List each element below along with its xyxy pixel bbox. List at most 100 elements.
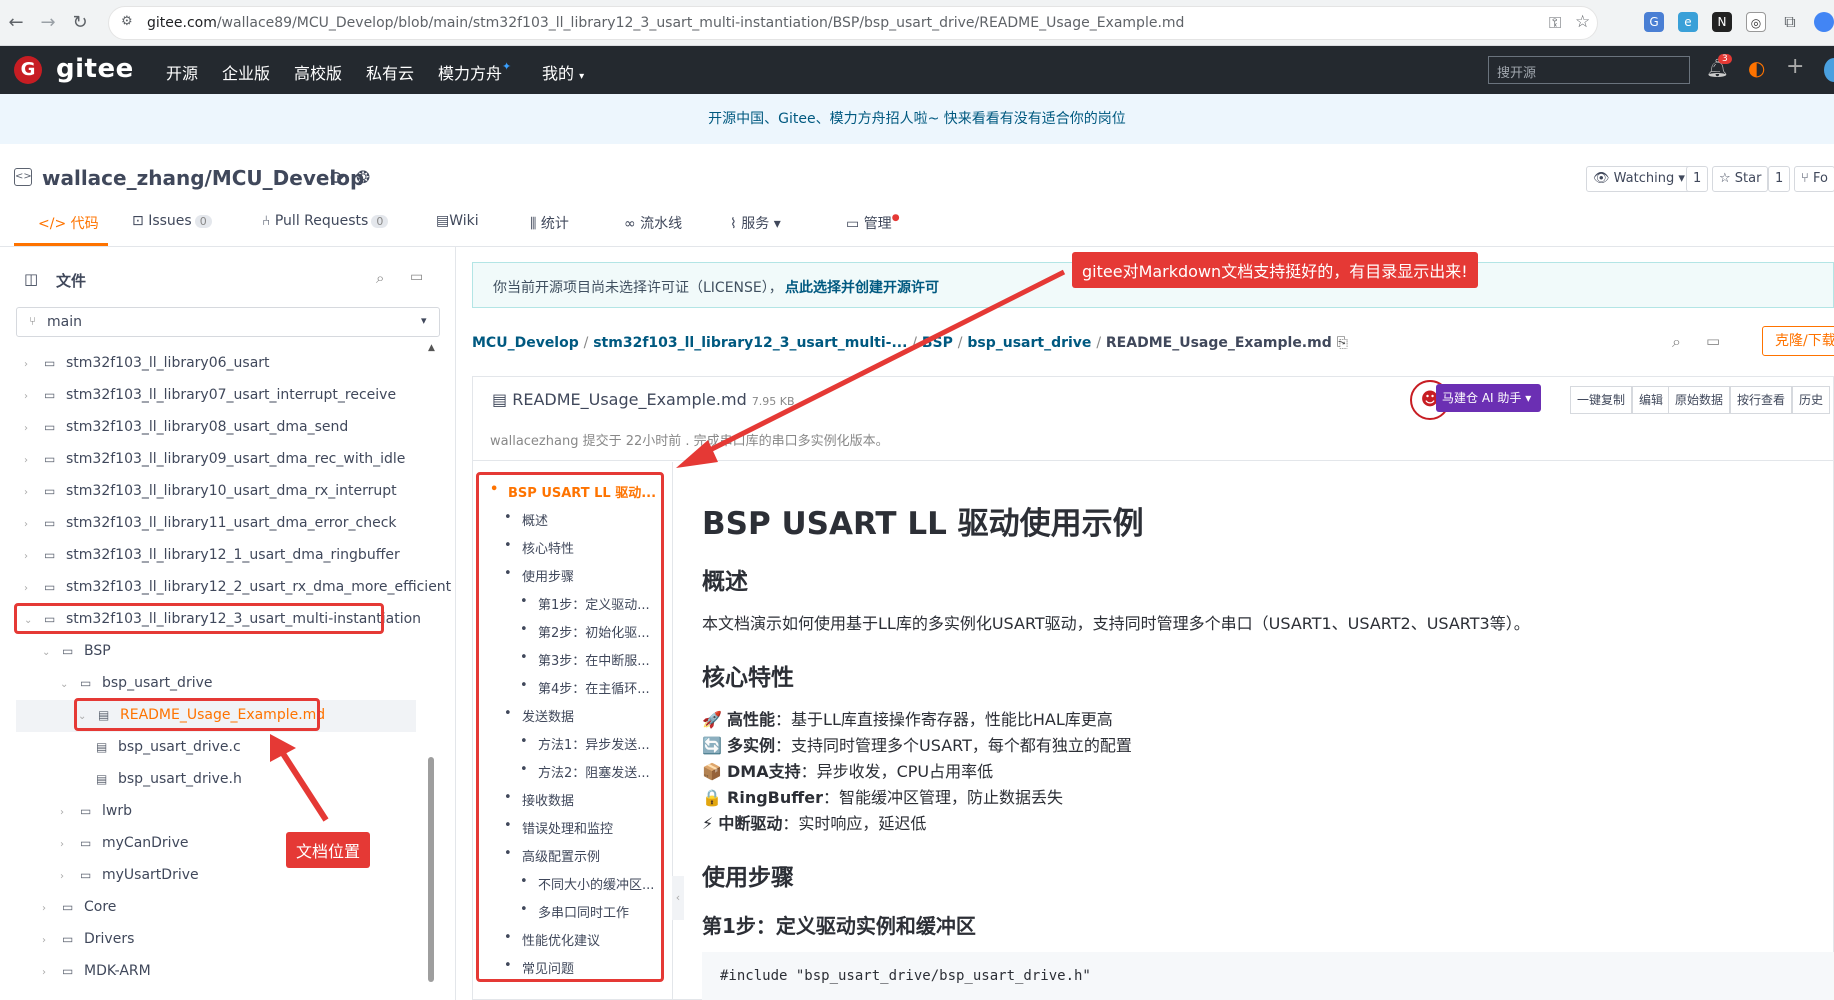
breadcrumb-folder[interactable]: stm32f103_ll_library12_3_usart_multi-...: [593, 335, 907, 351]
tree-item[interactable]: › ▭ myCanDrive: [60, 835, 188, 851]
commit-info[interactable]: wallacezhang 提交于 22小时前 . 完成串口库的串口多实例化版本。: [490, 430, 889, 449]
repo-title[interactable]: wallace_zhang/MCU_Develop: [42, 166, 364, 190]
watching-button[interactable]: 👁︎ Watching ▾: [1586, 166, 1692, 192]
toc-collapse-handle[interactable]: ‹: [672, 876, 684, 920]
sidebar-toggle-icon[interactable]: ◫: [24, 270, 38, 288]
tab-services[interactable]: ⌇ 服务 ▾: [730, 213, 781, 233]
sync-icon[interactable]: ⟳: [330, 168, 345, 189]
back-icon[interactable]: ←: [4, 11, 28, 35]
tree-item[interactable]: › ▭ stm32f103_ll_library09_usart_dma_rec_w…: [24, 451, 405, 467]
star-count[interactable]: 1: [1768, 166, 1791, 192]
toc-item[interactable]: 使用步骤: [504, 566, 574, 585]
toc-item[interactable]: 第4步：在主循环...: [520, 678, 650, 697]
nav-education[interactable]: 高校版: [294, 60, 342, 84]
edit-button[interactable]: 编辑: [1632, 386, 1671, 414]
history-button[interactable]: 历史: [1792, 386, 1831, 414]
edge-extension-icon[interactable]: e: [1678, 12, 1698, 32]
tree-item[interactable]: › ▭ stm32f103_ll_library06_usart: [24, 355, 270, 371]
scroll-up-icon[interactable]: ▲: [428, 343, 435, 353]
tree-item[interactable]: › ▭ stm32f103_ll_library11_usart_dma_error…: [24, 515, 397, 531]
tab-pull-requests[interactable]: ⑃ Pull Requests 0: [262, 213, 389, 229]
tree-item[interactable]: › ▭ stm32f103_ll_library07_usart_interrupt…: [24, 387, 396, 403]
toc-item[interactable]: 常见问题: [504, 958, 574, 977]
tree-item[interactable]: › ▭ Core: [42, 899, 116, 915]
sidebar-search-icon[interactable]: ⌕: [376, 269, 384, 287]
nav-moli[interactable]: 模力方舟✦: [438, 60, 511, 84]
tab-issues[interactable]: ⊡ Issues 0: [132, 213, 212, 229]
password-key-icon[interactable]: ⚿: [1549, 13, 1561, 33]
promo-banner[interactable]: 开源中国、Gitee、模力方舟招人啦~ 快来看看有没有适合你的岗位: [0, 94, 1834, 144]
tree-item[interactable]: ⌄ ▭ BSP: [42, 643, 111, 659]
tree-item[interactable]: › ▭ Drivers: [42, 931, 134, 947]
toc-item[interactable]: • BSP USART LL 驱动...: [490, 482, 656, 501]
clone-download-button[interactable]: 克隆/下载: [1762, 326, 1834, 356]
toc-item[interactable]: 性能优化建议: [504, 930, 600, 949]
toc-item[interactable]: 第2步：初始化驱...: [520, 622, 650, 641]
nav-opensource[interactable]: 开源: [166, 60, 198, 84]
watching-count[interactable]: 1: [1686, 166, 1709, 192]
tree-item[interactable]: ▤ bsp_usart_drive.h: [96, 771, 242, 787]
toc-item[interactable]: 错误处理和监控: [504, 818, 613, 837]
reload-icon[interactable]: ↻: [68, 11, 92, 35]
license-create-link[interactable]: 点此选择并创建开源许可: [785, 277, 939, 297]
copy-path-icon[interactable]: ⎘: [1337, 335, 1348, 351]
branch-select[interactable]: ⑂ main ▾: [16, 307, 440, 337]
fork-button[interactable]: ⑂ Fo: [1794, 166, 1834, 192]
breadcrumb-bsp[interactable]: BSP: [922, 335, 953, 351]
site-info-icon[interactable]: ⚙: [121, 14, 133, 29]
user-avatar[interactable]: [1824, 58, 1834, 82]
tree-item[interactable]: › ▭ lwrb: [60, 803, 132, 819]
tab-stats[interactable]: ⫼ 统计: [530, 213, 569, 233]
tree-item[interactable]: ▤ bsp_usart_drive.c: [96, 739, 241, 755]
gitee-logo-text[interactable]: gitee: [56, 54, 134, 84]
blame-button[interactable]: 按行查看: [1730, 386, 1793, 414]
nav-private-cloud[interactable]: 私有云: [366, 60, 414, 84]
star-button[interactable]: ☆ Star: [1712, 166, 1769, 192]
tab-manage[interactable]: ▭ 管理●: [846, 213, 900, 233]
tree-item[interactable]: › ▭ stm32f103_ll_library12_2_usart_rx_dma_…: [24, 579, 451, 595]
badge-icon[interactable]: ❂: [356, 168, 370, 188]
toc-item[interactable]: 高级配置示例: [504, 846, 600, 865]
toc-item[interactable]: 方法1：异步发送...: [520, 734, 650, 753]
tree-item[interactable]: ⌄ ▭ bsp_usart_drive: [60, 675, 213, 691]
lightbulb-icon[interactable]: ◐: [1748, 56, 1765, 80]
file-search-icon[interactable]: ⌕: [1672, 332, 1681, 352]
file-monitor-icon[interactable]: ▭: [1706, 332, 1720, 350]
toc-item[interactable]: 核心特性: [504, 538, 574, 557]
notion-extension-icon[interactable]: N: [1712, 12, 1732, 32]
toc-item[interactable]: 发送数据: [504, 706, 574, 725]
gitee-logo-icon[interactable]: G: [14, 56, 42, 84]
breadcrumb-bsp-usart-drive[interactable]: bsp_usart_drive: [967, 335, 1091, 351]
breadcrumb-repo[interactable]: MCU_Develop: [472, 335, 579, 351]
forward-icon[interactable]: →: [36, 11, 60, 35]
tree-item[interactable]: › ▭ stm32f103_ll_library08_usart_dma_send: [24, 419, 348, 435]
extensions-puzzle-icon[interactable]: ⧉: [1780, 12, 1800, 32]
toc-item[interactable]: 第3步：在中断服...: [520, 650, 650, 669]
address-bar[interactable]: ⚙ gitee.com/wallace89/MCU_Develop/blob/m…: [108, 6, 1598, 40]
toc-item[interactable]: 概述: [504, 510, 548, 529]
tree-item[interactable]: › ▭ myUsartDrive: [60, 867, 199, 883]
toc-item[interactable]: 多串口同时工作: [520, 902, 629, 921]
nav-enterprise[interactable]: 企业版: [222, 60, 270, 84]
sidebar-scrollbar[interactable]: [428, 757, 434, 982]
toc-item[interactable]: 不同大小的缓冲区...: [520, 874, 654, 893]
toc-item[interactable]: 方法2：阻塞发送...: [520, 762, 650, 781]
plus-icon[interactable]: +: [1786, 54, 1804, 79]
ai-assistant-button[interactable]: 马建仓 AI 助手 ▾: [1436, 384, 1542, 412]
profile-avatar-icon[interactable]: [1814, 12, 1834, 32]
raw-button[interactable]: 原始数据: [1668, 386, 1731, 414]
tree-item[interactable]: › ▭ MDK-ARM: [42, 963, 151, 979]
translate-extension-icon[interactable]: G: [1644, 12, 1664, 32]
tree-item[interactable]: › ▭ stm32f103_ll_library10_usart_dma_rx_in…: [24, 483, 397, 499]
tab-wiki[interactable]: ▤Wiki: [436, 213, 479, 229]
nav-mine[interactable]: 我的 ▾: [542, 60, 584, 84]
openai-extension-icon[interactable]: ◎: [1746, 12, 1766, 32]
toc-item[interactable]: 第1步：定义驱动...: [520, 594, 650, 613]
tree-item[interactable]: › ▭ stm32f103_ll_library12_1_usart_dma_rin…: [24, 547, 400, 563]
toc-item[interactable]: 接收数据: [504, 790, 574, 809]
bookmark-star-icon[interactable]: ☆: [1575, 12, 1590, 32]
sidebar-monitor-icon[interactable]: ▭: [410, 269, 423, 285]
copy-all-button[interactable]: 一键复制: [1570, 386, 1633, 414]
header-search-input[interactable]: 搜开源: [1488, 56, 1690, 84]
tab-code[interactable]: </> 代码: [38, 213, 99, 233]
